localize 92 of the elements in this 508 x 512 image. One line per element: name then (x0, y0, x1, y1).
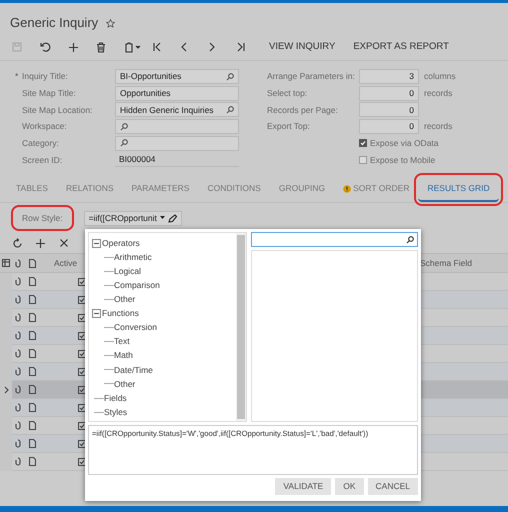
paste-icon (124, 42, 141, 52)
row-pointer-icon (4, 386, 8, 394)
search-icon (120, 139, 128, 148)
checkbox[interactable] (359, 139, 367, 148)
document-icon (28, 258, 36, 268)
tree-item[interactable]: Text (114, 335, 130, 348)
last-page-icon (236, 42, 246, 52)
toolbar-action-button[interactable]: EXPORT AS REPORT (348, 40, 454, 54)
refresh-icon (12, 238, 23, 248)
search-icon (226, 106, 234, 114)
unit-label: columns (423, 70, 456, 84)
tree-item[interactable]: Functions (102, 307, 139, 320)
page-title: Generic Inquiry (10, 14, 98, 32)
field-label: Inquiry Title: (22, 70, 68, 83)
next-icon (208, 42, 216, 52)
input-field: BI000004 (115, 152, 239, 168)
tree-item[interactable]: Fields (104, 392, 127, 404)
checkbox[interactable] (78, 296, 86, 304)
search-icon (406, 236, 414, 244)
dialog-button[interactable]: OK (335, 478, 364, 495)
undo-icon (40, 42, 51, 52)
warning-icon (343, 184, 352, 192)
tree-item[interactable]: Logical (114, 264, 141, 278)
add-button[interactable] (33, 236, 48, 250)
check-icon (360, 140, 366, 146)
tree-item[interactable]: Operators (102, 236, 140, 250)
tree-item[interactable]: Conversion (114, 321, 157, 334)
unit-label: records (423, 86, 454, 100)
tree-item[interactable]: Comparison (114, 278, 160, 292)
dialog-button[interactable]: CANCEL (368, 478, 418, 495)
checkbox-label: Expose to Mobile (370, 154, 436, 166)
checkbox[interactable] (78, 440, 86, 448)
search-icon (120, 122, 128, 131)
tree-item[interactable]: Other (114, 378, 136, 390)
delete-icon (96, 42, 106, 52)
attachment-icon (15, 258, 21, 268)
field-label: Export Top: (267, 120, 311, 134)
scrollbar[interactable] (236, 233, 246, 421)
tree-item[interactable]: Arithmetic (114, 250, 152, 264)
pencil-icon (168, 214, 177, 222)
tree-item[interactable]: Math (114, 349, 133, 362)
checkbox[interactable] (78, 404, 86, 412)
field-label: Arrange Parameters in: (267, 70, 356, 84)
previous-icon (180, 42, 188, 52)
caret-icon (160, 216, 165, 220)
field-label: Site Map Title: (22, 86, 76, 100)
checkbox[interactable] (78, 314, 86, 322)
checkbox[interactable] (78, 458, 86, 466)
grid-settings-icon[interactable] (2, 259, 10, 267)
field-label: Records per Page: (267, 104, 339, 117)
checkbox[interactable] (78, 350, 86, 358)
input-field[interactable]: 0 (359, 119, 419, 134)
checkbox-label: Expose via OData (370, 136, 439, 150)
field-label: Site Map Location: (22, 104, 92, 116)
search-field[interactable] (251, 232, 418, 247)
input-field[interactable] (115, 136, 239, 151)
delete-icon (58, 238, 68, 248)
column-header[interactable]: Schema Field (420, 256, 508, 270)
column-header[interactable]: Active (40, 256, 86, 270)
required-mark: * (15, 71, 18, 82)
toolbar-action-button[interactable]: VIEW INQUIRY (264, 40, 340, 54)
tree-item[interactable]: Other (114, 293, 136, 306)
tree-item[interactable]: Date/Time (114, 364, 153, 376)
collapse-icon[interactable] (92, 238, 101, 248)
collapse-icon[interactable] (92, 309, 101, 318)
add-icon (35, 238, 46, 248)
input-field[interactable] (115, 119, 239, 134)
input-field[interactable]: Opportunities (115, 86, 239, 101)
expression-dropdown[interactable]: =iif([CROpportunit (84, 210, 182, 226)
save-icon (12, 42, 22, 52)
dialog-button[interactable]: VALIDATE (275, 478, 332, 495)
first-page-icon (152, 42, 162, 52)
star-icon[interactable] (106, 18, 116, 28)
tree-item[interactable]: Styles (104, 406, 128, 419)
checkbox[interactable] (359, 156, 367, 164)
input-field[interactable]: 0 (359, 86, 419, 101)
input-field[interactable]: BI-Opportunities (115, 69, 239, 84)
unit-label: records (423, 120, 454, 134)
field-label: Screen ID: (22, 154, 62, 166)
input-field[interactable]: 0 (359, 102, 419, 118)
field-label: Select top: (267, 86, 308, 100)
checkbox[interactable] (78, 332, 86, 340)
checkbox[interactable] (78, 386, 86, 394)
checkbox[interactable] (78, 278, 86, 286)
field-label: Workspace: (22, 120, 67, 133)
checkbox[interactable] (78, 368, 86, 376)
search-icon (226, 72, 234, 80)
input-field[interactable]: 3 (359, 69, 419, 84)
field-label: Category: (22, 136, 59, 150)
add-icon (68, 42, 79, 52)
input-field[interactable]: Hidden Generic Inquiries (115, 102, 239, 118)
checkbox[interactable] (78, 422, 86, 430)
